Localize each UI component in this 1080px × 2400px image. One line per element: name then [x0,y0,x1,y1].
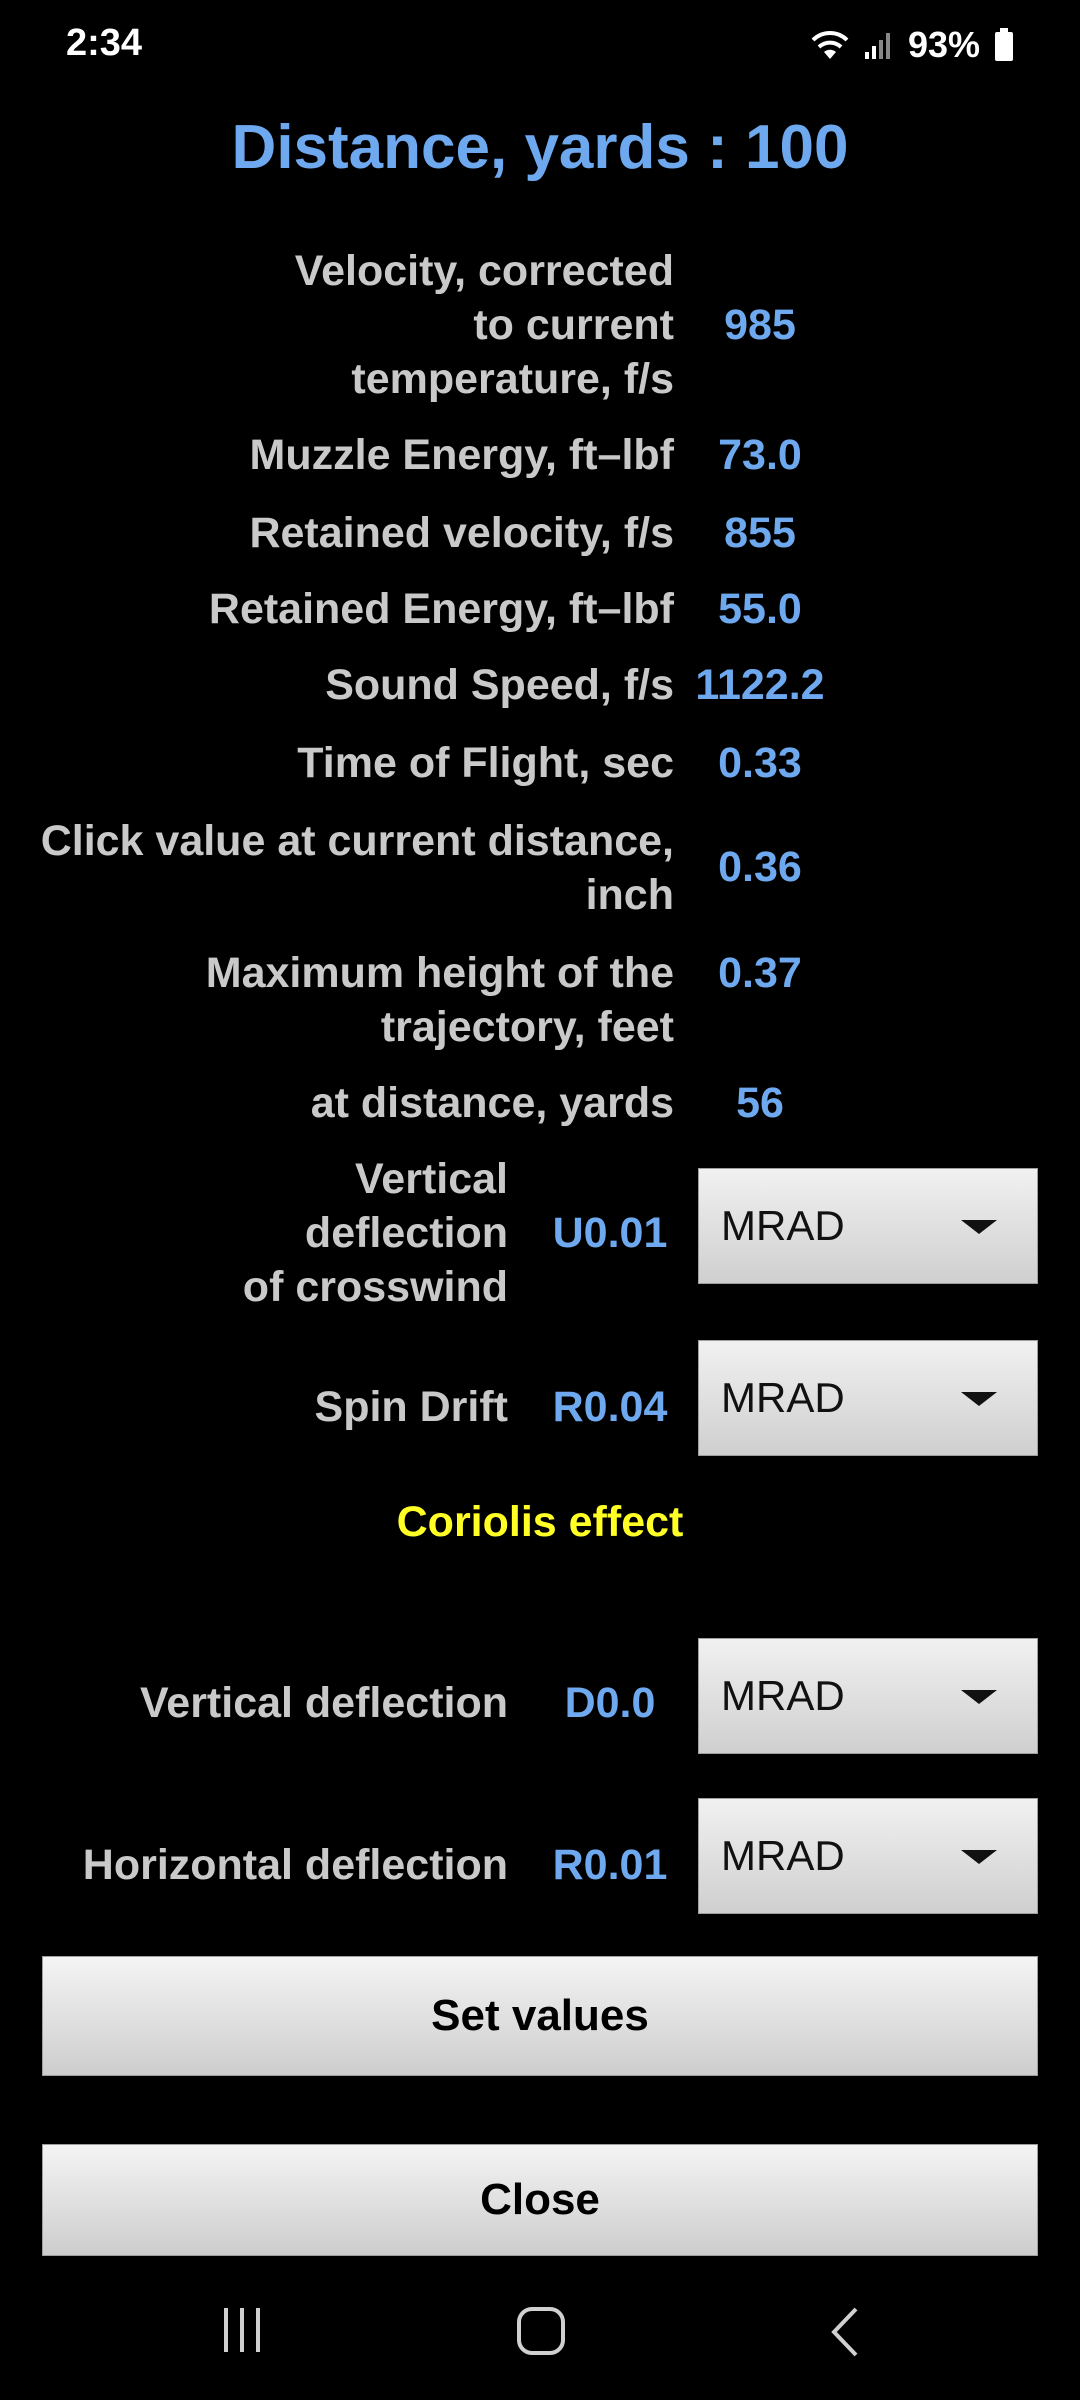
navigation-bar [0,2256,1080,2400]
coriolis-vertical-unit-select[interactable]: MRAD [698,1638,1038,1754]
coriolis-horizontal-unit-select[interactable]: MRAD [698,1798,1038,1914]
chevron-down-icon [961,1850,997,1864]
page-title: Distance, yards : 100 [231,113,849,182]
signal-icon [864,33,890,59]
battery-percent: 93% [907,24,980,65]
home-icon[interactable] [516,2306,566,2356]
muzzle-energy-value: 73.0 [718,431,802,479]
coriolis-horizontal-label: Horizontal deflection [82,1841,508,1889]
close-button[interactable]: Close [42,2144,1038,2256]
spin-drift-label: Spin Drift [314,1383,508,1431]
click-value-value: 0.36 [718,843,802,891]
velocity-value: 985 [724,301,796,349]
crosswind-unit-selected: MRAD [721,1202,845,1249]
max-height-value: 0.37 [718,949,802,997]
battery-icon [995,28,1013,61]
retained-energy-value: 55.0 [718,585,802,633]
crosswind-vertical-label: Vertical deflection of crosswind [242,1155,508,1311]
crosswind-unit-select[interactable]: MRAD [698,1168,1038,1284]
sound-speed-label: Sound Speed, f/s [325,661,674,709]
coriolis-vertical-label: Vertical deflection [139,1679,508,1727]
time-of-flight-value: 0.33 [718,739,802,787]
status-time: 2:34 [66,22,143,64]
coriolis-vertical-unit-selected: MRAD [721,1672,845,1719]
sound-speed-value: 1122.2 [695,661,825,709]
coriolis-heading: Coriolis effect [396,1498,684,1546]
recent-apps-icon[interactable] [218,2306,266,2354]
muzzle-energy-label: Muzzle Energy, ft–lbf [249,431,674,479]
coriolis-horizontal-unit-selected: MRAD [721,1832,845,1879]
retained-velocity-label: Retained velocity, f/s [249,509,674,557]
time-of-flight-label: Time of Flight, sec [297,739,674,787]
velocity-label: Velocity, corrected to current temperatu… [294,247,674,403]
retained-velocity-value: 855 [724,509,796,557]
click-value-label: Click value at current distance, inch [40,817,674,919]
status-icons: 93% [810,24,1014,66]
chevron-down-icon [961,1220,997,1234]
crosswind-vertical-value: U0.01 [552,1209,668,1257]
set-values-button[interactable]: Set values [42,1956,1038,2076]
chevron-down-icon [961,1690,997,1704]
max-height-label: Maximum height of the trajectory, feet [205,949,674,1051]
wifi-icon [811,30,849,59]
coriolis-vertical-value: D0.0 [564,1679,656,1727]
coriolis-horizontal-value: R0.01 [552,1841,668,1889]
spin-drift-value: R0.04 [552,1383,668,1431]
spin-drift-unit-select[interactable]: MRAD [698,1340,1038,1456]
back-icon[interactable] [826,2306,866,2358]
spin-drift-unit-selected: MRAD [721,1374,845,1421]
max-height-distance-label: at distance, yards [310,1079,674,1127]
chevron-down-icon [961,1392,997,1406]
max-height-distance-value: 56 [736,1079,784,1127]
retained-energy-label: Retained Energy, ft–lbf [208,585,674,633]
